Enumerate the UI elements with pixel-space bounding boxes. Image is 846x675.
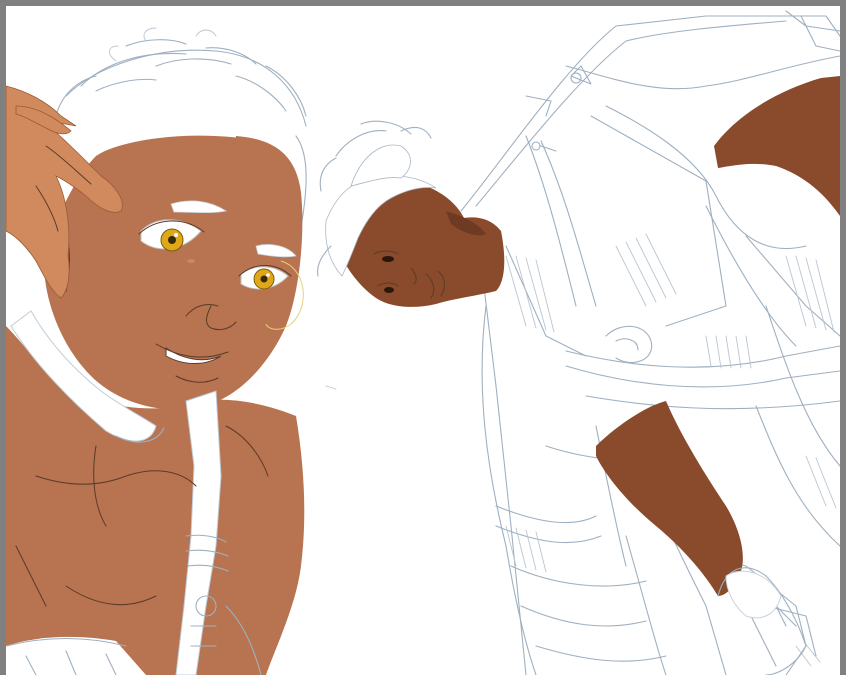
- right-figure-glove-sketch: [717, 567, 807, 675]
- right-figure-forearm: [596, 401, 743, 596]
- artwork: [6, 10, 840, 675]
- right-figure-head: [317, 120, 505, 307]
- drawing-canvas[interactable]: [6, 6, 840, 675]
- right-figure-upper-arm: [714, 76, 840, 216]
- canvas-frame: [0, 0, 846, 675]
